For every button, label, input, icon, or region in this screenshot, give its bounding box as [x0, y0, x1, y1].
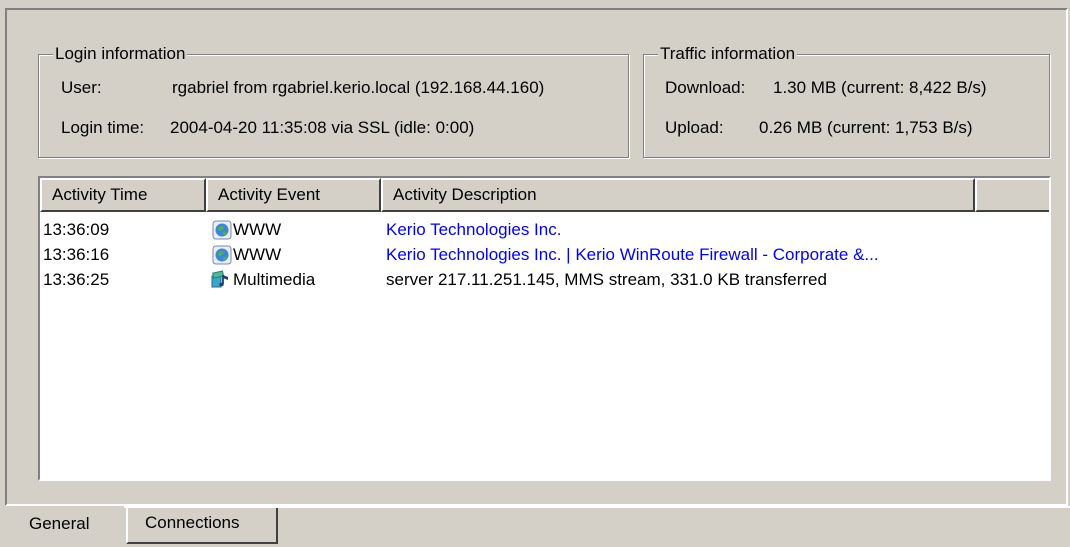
- activity-description: server 217.11.251.145, MMS stream, 331.0…: [386, 270, 827, 289]
- activity-list[interactable]: Activity Time Activity Event Activity De…: [38, 176, 1051, 481]
- activity-time: 13:36:09: [43, 220, 110, 239]
- login-time-value: 2004-04-20 11:35:08 via SSL (idle: 0:00): [170, 118, 475, 137]
- activity-description-link[interactable]: Kerio Technologies Inc. | Kerio WinRoute…: [386, 242, 879, 268]
- traffic-information-title: Traffic information: [658, 43, 798, 65]
- login-information-group: Login information User: rgabriel from rg…: [38, 43, 629, 158]
- user-value: rgabriel from rgabriel.kerio.local (192.…: [172, 78, 545, 97]
- activity-list-header: Activity Time Activity Event Activity De…: [40, 178, 1049, 212]
- download-label: Download:: [665, 78, 746, 97]
- multimedia-icon: [211, 270, 228, 288]
- activity-event: WWW: [233, 245, 282, 264]
- tab-general[interactable]: General: [17, 508, 125, 542]
- list-item[interactable]: 13:36:16 WWW Kerio Technologies Inc. | K…: [40, 242, 1049, 268]
- download-value: 1.30 MB (current: 8,422 B/s): [773, 78, 987, 97]
- list-item[interactable]: 13:36:09 WWW Kerio Technologies Inc.: [40, 217, 1049, 243]
- globe-icon: [212, 245, 232, 265]
- activity-description-link[interactable]: Kerio Technologies Inc.: [386, 217, 561, 243]
- tab-connections[interactable]: Connections: [126, 508, 278, 544]
- column-header-activity-description[interactable]: Activity Description: [381, 178, 975, 212]
- activity-event: WWW: [233, 220, 282, 239]
- login-time-label: Login time:: [61, 118, 145, 137]
- column-header-empty[interactable]: [975, 178, 1049, 212]
- column-header-activity-event[interactable]: Activity Event: [206, 178, 381, 212]
- globe-icon: [212, 220, 232, 240]
- user-label: User:: [61, 78, 102, 97]
- column-header-activity-time[interactable]: Activity Time: [40, 178, 206, 212]
- activity-time: 13:36:25: [43, 270, 110, 289]
- activity-event: Multimedia: [233, 270, 316, 289]
- login-information-title: Login information: [53, 43, 188, 65]
- list-item[interactable]: 13:36:25 Multimedia server 217.11.251.14…: [40, 267, 1049, 293]
- upload-value: 0.26 MB (current: 1,753 B/s): [759, 118, 973, 137]
- activity-time: 13:36:16: [43, 245, 110, 264]
- upload-label: Upload:: [665, 118, 724, 137]
- traffic-information-group: Traffic information Download: 1.30 MB (c…: [643, 43, 1050, 158]
